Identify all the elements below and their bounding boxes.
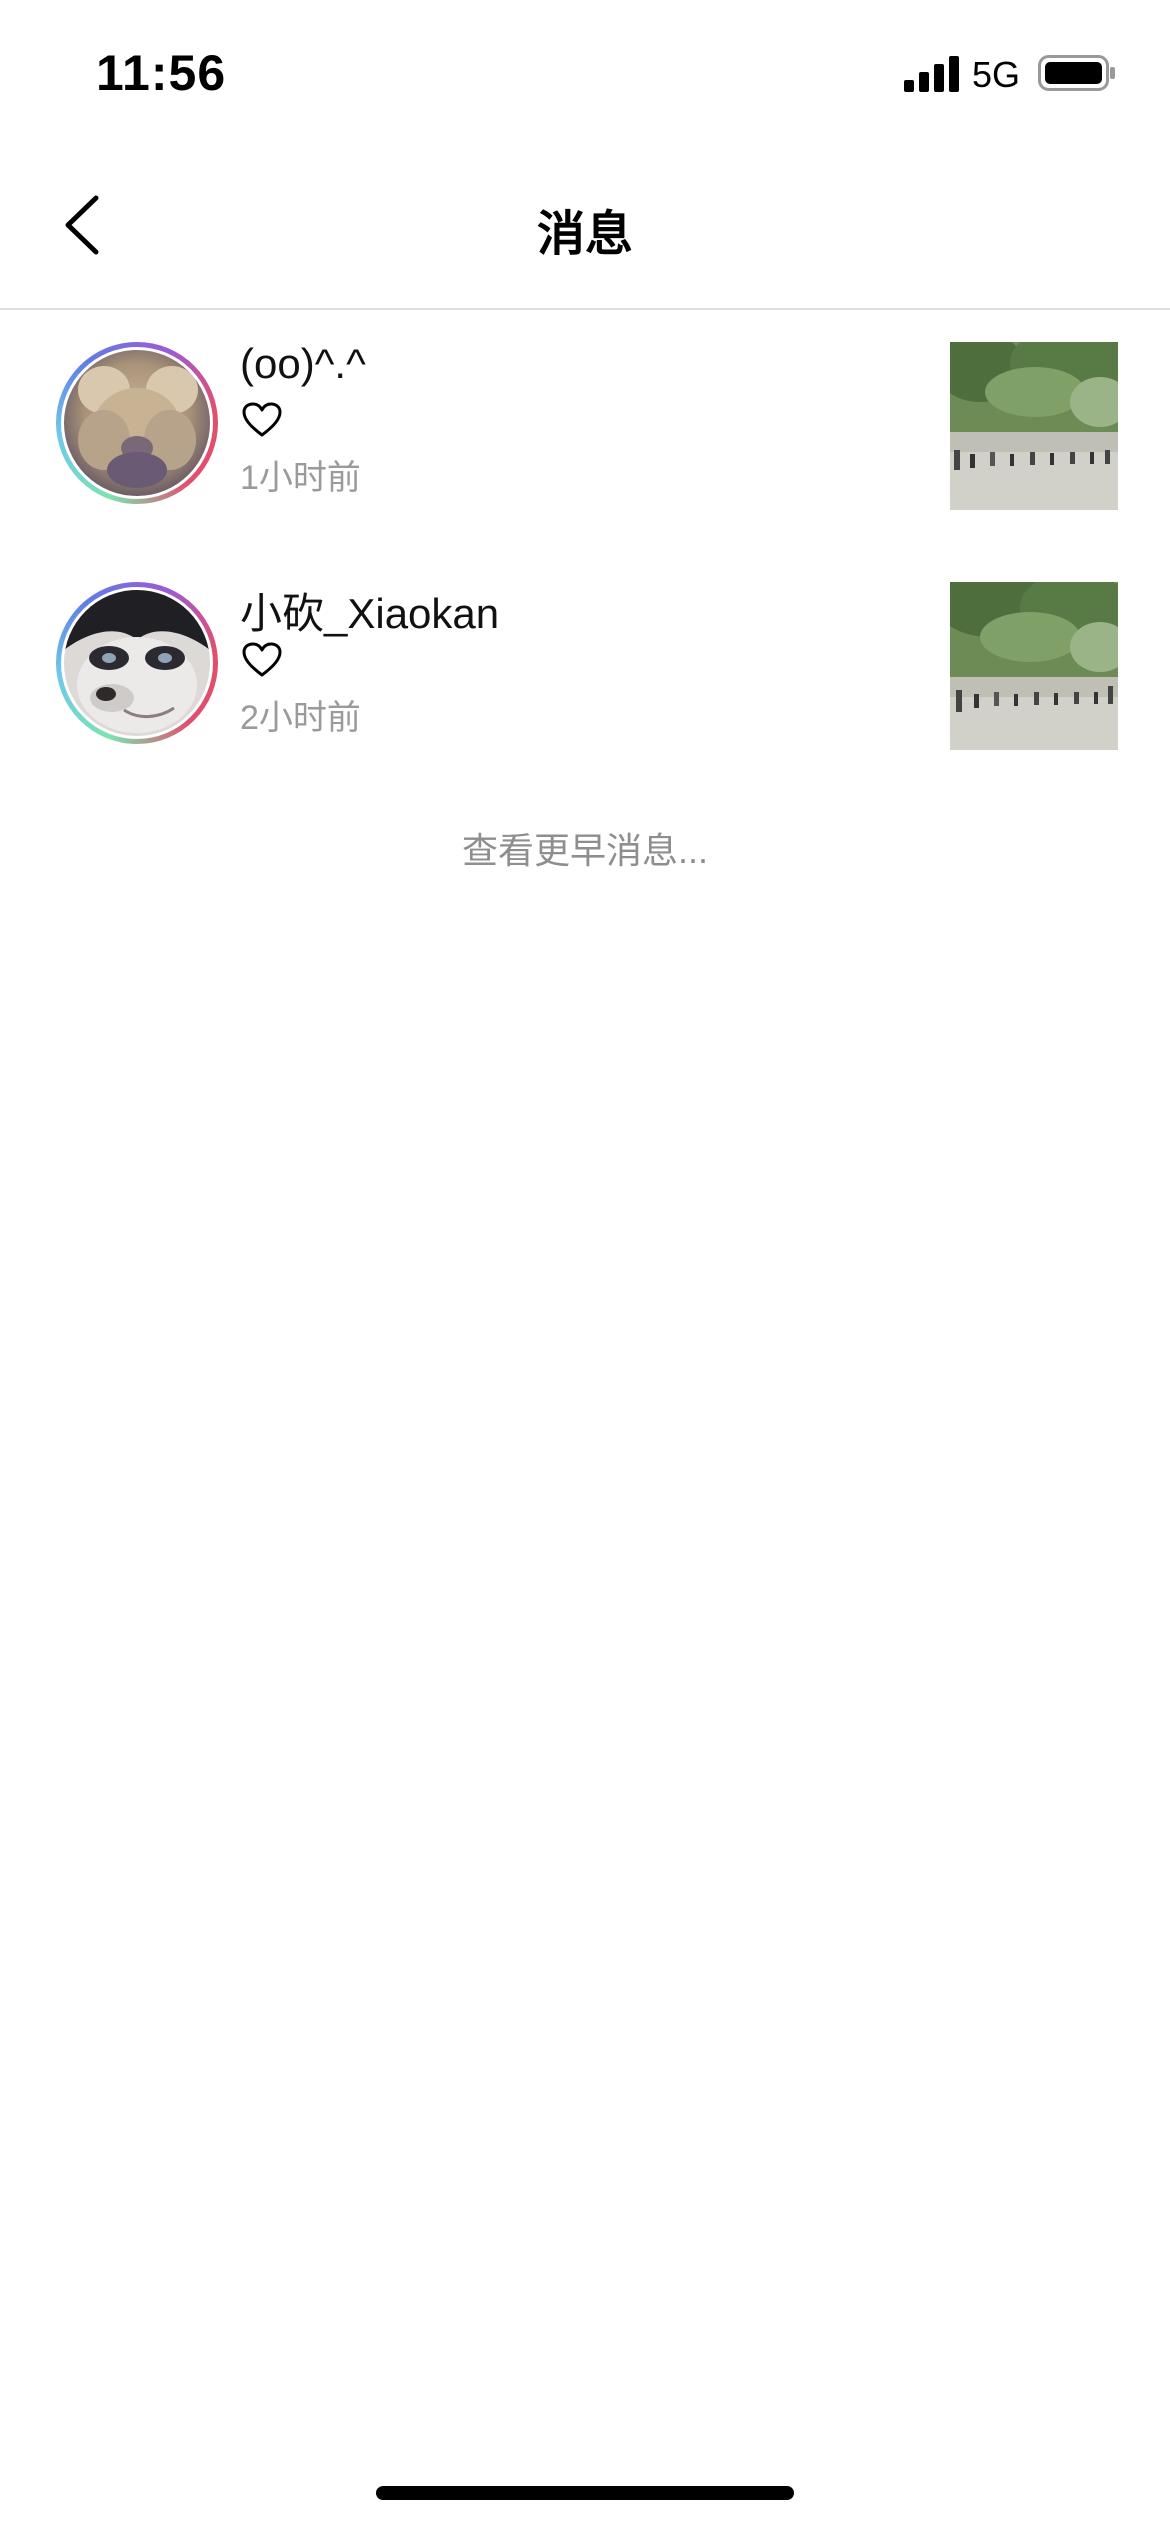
home-indicator <box>376 2486 794 2500</box>
park-trees-photo <box>950 582 1118 750</box>
park-trees-photo <box>950 342 1118 510</box>
signal-icon <box>904 56 959 92</box>
timestamp: 2小时前 <box>240 699 361 737</box>
heart-icon <box>242 402 282 437</box>
username[interactable]: (oo)^.^ <box>240 340 366 388</box>
status-time: 11:56 <box>96 45 227 101</box>
husky-dog-avatar <box>64 590 210 736</box>
avatar[interactable] <box>56 582 218 744</box>
status-bar: 11:56 5G <box>0 0 1170 140</box>
nav-bar: 消息 <box>0 140 1170 310</box>
battery-icon <box>1038 55 1115 91</box>
heart-icon <box>242 642 282 677</box>
see-earlier-link[interactable]: 查看更早消息... <box>0 822 1170 874</box>
notification-item[interactable]: (oo)^.^ 1小时前 <box>0 340 1170 540</box>
notification-item[interactable]: 小砍_Xiaokan 2小时前 <box>0 580 1170 780</box>
page-title: 消息 <box>536 208 633 261</box>
timestamp: 1小时前 <box>240 459 361 497</box>
notifications-page: 11:56 5G 消息 (oo)^.^ 1小时前 小砍_Xiaokan 2小时前… <box>0 0 1170 2532</box>
username[interactable]: 小砍_Xiaokan <box>240 580 499 641</box>
avatar[interactable] <box>56 342 218 504</box>
network-label: 5G <box>972 54 1021 95</box>
post-thumbnail[interactable] <box>950 582 1118 750</box>
teddy-bear-avatar <box>64 350 210 496</box>
post-thumbnail[interactable] <box>950 342 1118 510</box>
